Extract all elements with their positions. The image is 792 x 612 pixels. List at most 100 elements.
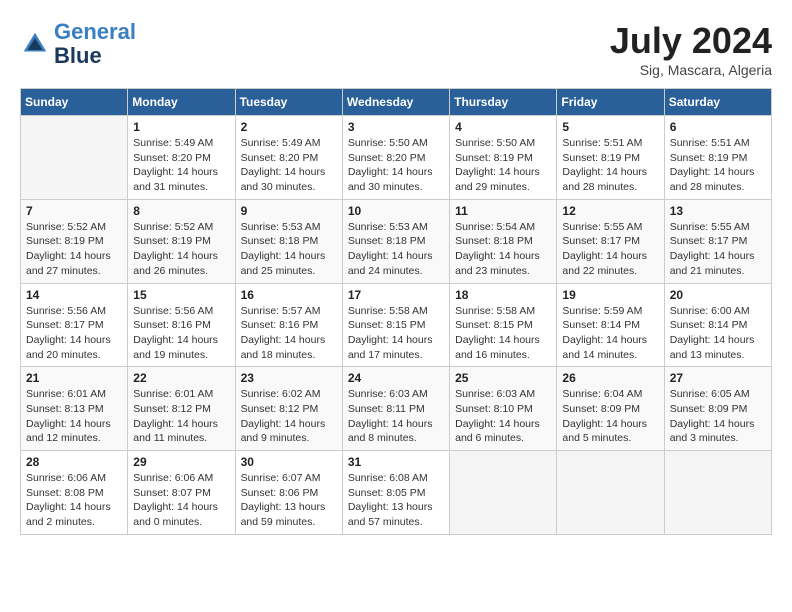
day-info: Sunrise: 6:03 AM Sunset: 8:10 PM Dayligh… (455, 387, 551, 446)
calendar-week-row: 7 Sunrise: 5:52 AM Sunset: 8:19 PM Daylig… (21, 199, 772, 283)
day-info: Sunrise: 5:49 AM Sunset: 8:20 PM Dayligh… (133, 136, 229, 195)
day-info: Sunrise: 6:07 AM Sunset: 8:06 PM Dayligh… (241, 471, 337, 530)
day-number: 31 (348, 455, 444, 469)
day-header: Sunday (21, 89, 128, 116)
day-info: Sunrise: 5:56 AM Sunset: 8:17 PM Dayligh… (26, 304, 122, 363)
calendar-cell: 6Sunrise: 5:51 AM Sunset: 8:19 PM Daylig… (664, 116, 771, 200)
calendar-cell: 7 Sunrise: 5:52 AM Sunset: 8:19 PM Daylig… (21, 199, 128, 283)
calendar-week-row: 21Sunrise: 6:01 AM Sunset: 8:13 PM Dayli… (21, 367, 772, 451)
calendar-cell: 21Sunrise: 6:01 AM Sunset: 8:13 PM Dayli… (21, 367, 128, 451)
day-info: Sunrise: 5:52 AM Sunset: 8:19 PM Dayligh… (26, 220, 122, 279)
calendar-cell: 14 Sunrise: 5:56 AM Sunset: 8:17 PM Dayli… (21, 283, 128, 367)
day-number: 23 (241, 371, 337, 385)
day-number: 19 (562, 288, 658, 302)
day-header: Tuesday (235, 89, 342, 116)
calendar-cell: 26 Sunrise: 6:04 AM Sunset: 8:09 PM Dayli… (557, 367, 664, 451)
calendar-cell: 12 Sunrise: 5:55 AM Sunset: 8:17 PM Dayli… (557, 199, 664, 283)
day-info: Sunrise: 6:05 AM Sunset: 8:09 PM Dayligh… (670, 387, 766, 446)
day-number: 6 (670, 120, 766, 134)
calendar-cell: 22 Sunrise: 6:01 AM Sunset: 8:12 PM Dayli… (128, 367, 235, 451)
day-number: 16 (241, 288, 337, 302)
calendar-week-row: 28 Sunrise: 6:06 AM Sunset: 8:08 PM Dayli… (21, 451, 772, 535)
day-info: Sunrise: 5:53 AM Sunset: 8:18 PM Dayligh… (241, 220, 337, 279)
day-number: 28 (26, 455, 122, 469)
day-info: Sunrise: 5:51 AM Sunset: 8:19 PM Dayligh… (562, 136, 658, 195)
day-number: 5 (562, 120, 658, 134)
day-number: 29 (133, 455, 229, 469)
day-number: 7 (26, 204, 122, 218)
day-number: 17 (348, 288, 444, 302)
calendar-cell (557, 451, 664, 535)
day-header: Wednesday (342, 89, 449, 116)
day-info: Sunrise: 6:01 AM Sunset: 8:12 PM Dayligh… (133, 387, 229, 446)
day-info: Sunrise: 6:00 AM Sunset: 8:14 PM Dayligh… (670, 304, 766, 363)
day-info: Sunrise: 5:56 AM Sunset: 8:16 PM Dayligh… (133, 304, 229, 363)
logo-text: General Blue (54, 20, 136, 68)
day-info: Sunrise: 6:06 AM Sunset: 8:07 PM Dayligh… (133, 471, 229, 530)
day-info: Sunrise: 6:02 AM Sunset: 8:12 PM Dayligh… (241, 387, 337, 446)
day-info: Sunrise: 5:55 AM Sunset: 8:17 PM Dayligh… (670, 220, 766, 279)
day-info: Sunrise: 5:55 AM Sunset: 8:17 PM Dayligh… (562, 220, 658, 279)
day-number: 1 (133, 120, 229, 134)
calendar-cell: 17 Sunrise: 5:58 AM Sunset: 8:15 PM Dayli… (342, 283, 449, 367)
day-number: 26 (562, 371, 658, 385)
day-info: Sunrise: 5:58 AM Sunset: 8:15 PM Dayligh… (348, 304, 444, 363)
day-info: Sunrise: 5:53 AM Sunset: 8:18 PM Dayligh… (348, 220, 444, 279)
day-info: Sunrise: 5:57 AM Sunset: 8:16 PM Dayligh… (241, 304, 337, 363)
day-header: Saturday (664, 89, 771, 116)
calendar-cell: 11Sunrise: 5:54 AM Sunset: 8:18 PM Dayli… (450, 199, 557, 283)
title-area: July 2024 Sig, Mascara, Algeria (610, 20, 772, 78)
calendar-cell: 16 Sunrise: 5:57 AM Sunset: 8:16 PM Dayli… (235, 283, 342, 367)
calendar-cell: 9 Sunrise: 5:53 AM Sunset: 8:18 PM Daylig… (235, 199, 342, 283)
calendar-cell: 24Sunrise: 6:03 AM Sunset: 8:11 PM Dayli… (342, 367, 449, 451)
day-number: 2 (241, 120, 337, 134)
day-number: 14 (26, 288, 122, 302)
day-info: Sunrise: 5:54 AM Sunset: 8:18 PM Dayligh… (455, 220, 551, 279)
page-header: General Blue July 2024 Sig, Mascara, Alg… (20, 20, 772, 78)
month-title: July 2024 (610, 20, 772, 62)
calendar-cell: 31 Sunrise: 6:08 AM Sunset: 8:05 PM Dayli… (342, 451, 449, 535)
calendar-cell: 15 Sunrise: 5:56 AM Sunset: 8:16 PM Dayli… (128, 283, 235, 367)
day-info: Sunrise: 5:50 AM Sunset: 8:20 PM Dayligh… (348, 136, 444, 195)
calendar-cell: 25 Sunrise: 6:03 AM Sunset: 8:10 PM Dayli… (450, 367, 557, 451)
day-header: Thursday (450, 89, 557, 116)
day-number: 3 (348, 120, 444, 134)
calendar-cell: 5 Sunrise: 5:51 AM Sunset: 8:19 PM Daylig… (557, 116, 664, 200)
day-info: Sunrise: 5:50 AM Sunset: 8:19 PM Dayligh… (455, 136, 551, 195)
day-number: 25 (455, 371, 551, 385)
day-number: 30 (241, 455, 337, 469)
day-number: 8 (133, 204, 229, 218)
calendar-cell: 18Sunrise: 5:58 AM Sunset: 8:15 PM Dayli… (450, 283, 557, 367)
day-number: 15 (133, 288, 229, 302)
calendar-cell (664, 451, 771, 535)
day-number: 20 (670, 288, 766, 302)
calendar-cell: 30 Sunrise: 6:07 AM Sunset: 8:06 PM Dayli… (235, 451, 342, 535)
logo-icon (20, 29, 50, 59)
day-number: 4 (455, 120, 551, 134)
day-info: Sunrise: 6:01 AM Sunset: 8:13 PM Dayligh… (26, 387, 122, 446)
day-header: Friday (557, 89, 664, 116)
calendar-cell: 29 Sunrise: 6:06 AM Sunset: 8:07 PM Dayli… (128, 451, 235, 535)
calendar-cell: 10 Sunrise: 5:53 AM Sunset: 8:18 PM Dayli… (342, 199, 449, 283)
day-number: 24 (348, 371, 444, 385)
day-number: 10 (348, 204, 444, 218)
day-info: Sunrise: 6:06 AM Sunset: 8:08 PM Dayligh… (26, 471, 122, 530)
calendar-cell: 2 Sunrise: 5:49 AM Sunset: 8:20 PM Daylig… (235, 116, 342, 200)
calendar-cell: 3 Sunrise: 5:50 AM Sunset: 8:20 PM Daylig… (342, 116, 449, 200)
logo: General Blue (20, 20, 136, 68)
calendar-cell: 19Sunrise: 5:59 AM Sunset: 8:14 PM Dayli… (557, 283, 664, 367)
calendar-cell: 4 Sunrise: 5:50 AM Sunset: 8:19 PM Daylig… (450, 116, 557, 200)
calendar-week-row: 1 Sunrise: 5:49 AM Sunset: 8:20 PM Daylig… (21, 116, 772, 200)
day-number: 27 (670, 371, 766, 385)
day-info: Sunrise: 5:52 AM Sunset: 8:19 PM Dayligh… (133, 220, 229, 279)
day-number: 12 (562, 204, 658, 218)
location-subtitle: Sig, Mascara, Algeria (610, 62, 772, 78)
calendar-body: 1 Sunrise: 5:49 AM Sunset: 8:20 PM Daylig… (21, 116, 772, 535)
day-info: Sunrise: 6:04 AM Sunset: 8:09 PM Dayligh… (562, 387, 658, 446)
calendar-cell (21, 116, 128, 200)
day-info: Sunrise: 5:49 AM Sunset: 8:20 PM Dayligh… (241, 136, 337, 195)
day-number: 9 (241, 204, 337, 218)
calendar-cell: 1 Sunrise: 5:49 AM Sunset: 8:20 PM Daylig… (128, 116, 235, 200)
day-number: 22 (133, 371, 229, 385)
day-info: Sunrise: 6:08 AM Sunset: 8:05 PM Dayligh… (348, 471, 444, 530)
